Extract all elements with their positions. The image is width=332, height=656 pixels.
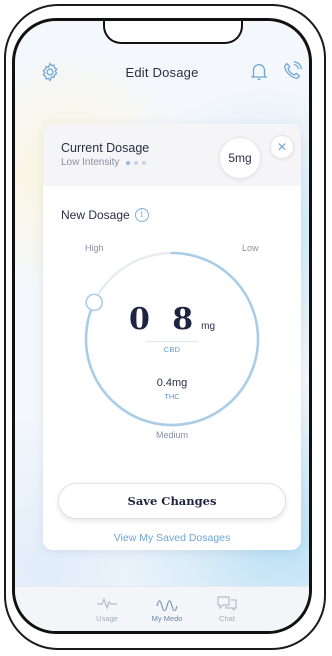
tab-label: Chat bbox=[219, 614, 235, 623]
pulse-icon bbox=[97, 597, 117, 610]
current-dosage-title: Current Dosage bbox=[61, 141, 150, 155]
chat-bubbles-icon bbox=[217, 596, 237, 611]
new-dosage-title: New Dosage bbox=[61, 208, 130, 222]
dosage-dial[interactable] bbox=[83, 250, 261, 428]
save-changes-button[interactable]: Save Changes bbox=[58, 483, 286, 519]
thc-label: THC bbox=[164, 392, 180, 401]
close-button[interactable]: ✕ bbox=[270, 135, 294, 159]
wave-icon bbox=[156, 600, 178, 611]
phone-screen: Edit Dosage Current Dosage Low Intensity… bbox=[12, 18, 312, 634]
cbd-label: CBD bbox=[163, 345, 181, 354]
view-saved-dosages-link[interactable]: View My Saved Dosages bbox=[43, 532, 301, 544]
tab-usage[interactable]: Usage bbox=[77, 595, 137, 623]
intensity-row: Low Intensity bbox=[61, 157, 147, 168]
cbd-divider bbox=[146, 341, 198, 342]
top-bar: Edit Dosage bbox=[15, 57, 309, 89]
intensity-dot bbox=[134, 160, 139, 165]
current-dose-badge: 5mg bbox=[219, 137, 261, 179]
cbd-unit: mg bbox=[201, 321, 216, 332]
intensity-dots bbox=[126, 160, 147, 165]
new-dosage-heading: New Dosage i bbox=[61, 208, 149, 222]
bell-icon[interactable] bbox=[248, 60, 270, 82]
cbd-value: 0 8 bbox=[128, 302, 200, 337]
tab-my-medo[interactable]: My Medo bbox=[137, 595, 197, 623]
tab-label: My Medo bbox=[151, 614, 183, 623]
tab-label: Usage bbox=[96, 614, 118, 623]
intensity-dot bbox=[126, 160, 131, 165]
thc-value: 0.4mg bbox=[156, 377, 188, 389]
bottom-tab-bar: Usage My Medo Chat bbox=[15, 586, 309, 631]
close-icon: ✕ bbox=[276, 140, 288, 154]
phone-call-icon[interactable] bbox=[281, 60, 303, 82]
cbd-value-row: 0 8 mg bbox=[43, 302, 301, 337]
info-icon[interactable]: i bbox=[134, 208, 149, 222]
phone-notch bbox=[103, 21, 243, 44]
intensity-label: Low Intensity bbox=[61, 157, 120, 168]
current-dosage-section: Current Dosage Low Intensity 5mg ✕ bbox=[43, 124, 301, 186]
dosage-card: Current Dosage Low Intensity 5mg ✕ New D… bbox=[43, 124, 301, 550]
dial-label-medium: Medium bbox=[155, 430, 188, 440]
tab-chat[interactable]: Chat bbox=[197, 595, 257, 623]
intensity-dot bbox=[142, 160, 147, 165]
